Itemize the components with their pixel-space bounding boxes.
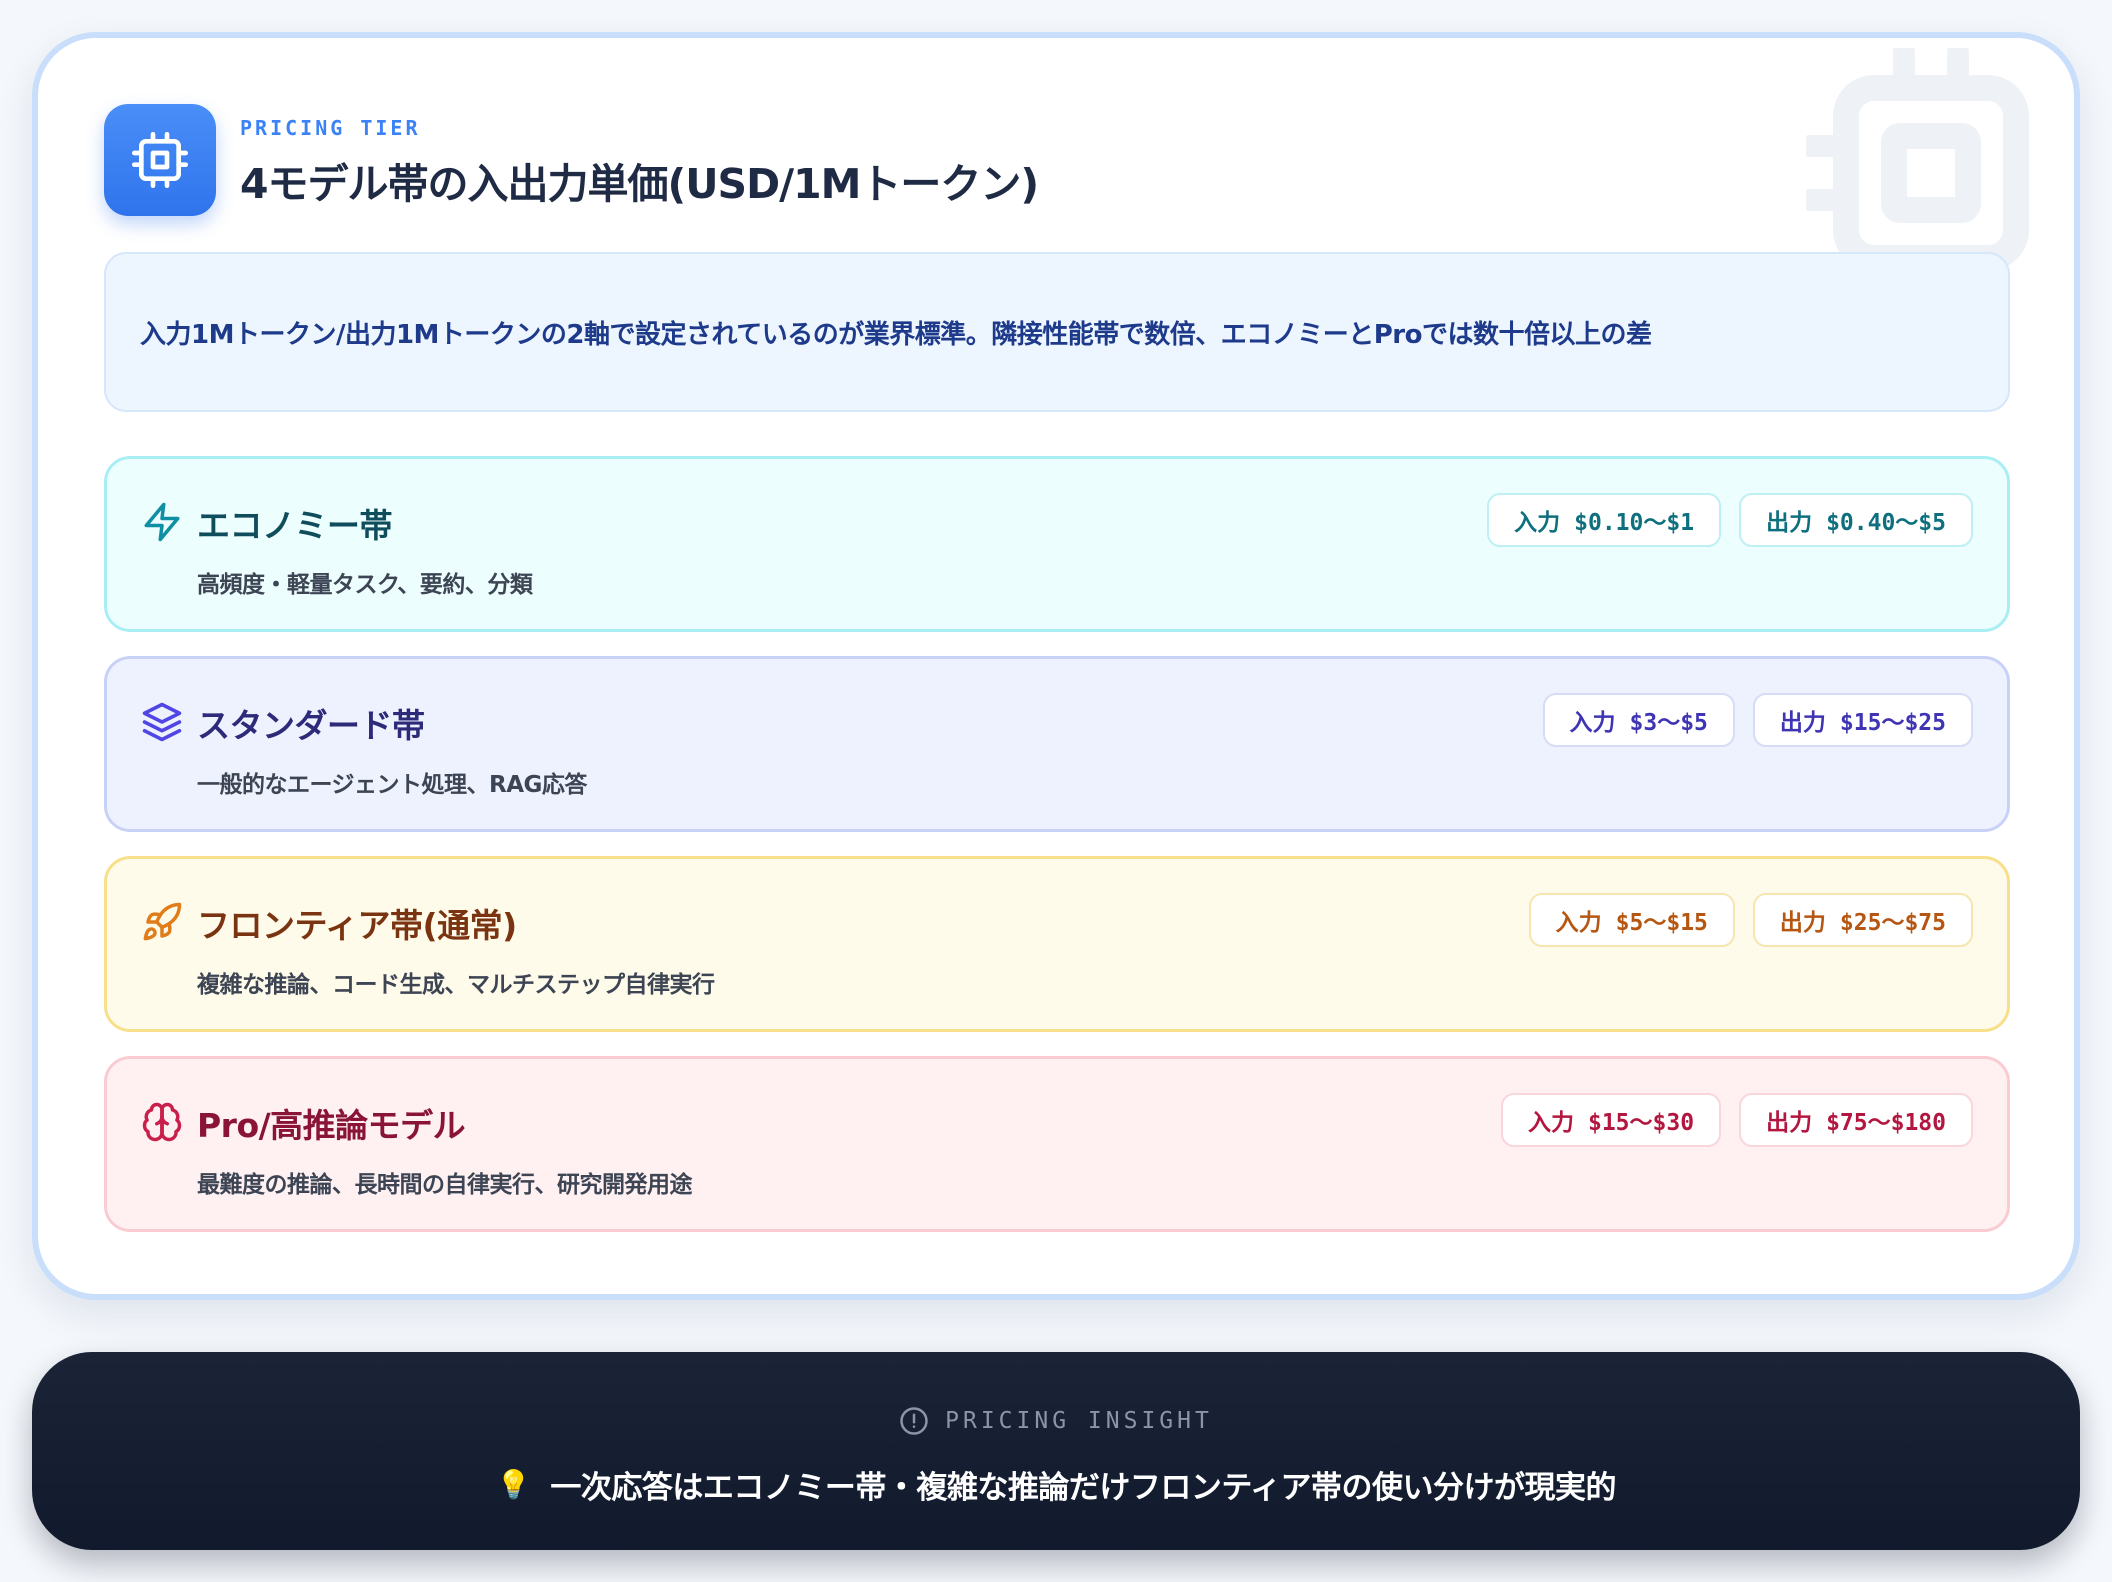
output-label: 出力 bbox=[1779, 710, 1826, 736]
header: PRICING TIER 4モデル帯の入出力単価(USD/1Mトークン) bbox=[104, 104, 1039, 216]
input-price: $0.10〜$1 bbox=[1574, 510, 1695, 536]
input-label: 入力 bbox=[1555, 910, 1602, 936]
insight-message: 💡 一次応答はエコノミー帯・複雑な推論だけフロンティア帯の使い分けが現実的 bbox=[32, 1462, 2080, 1507]
tier-standard: スタンダード帯 一般的なエージェント処理、RAG応答 入力 $3〜$5 出力 $… bbox=[104, 656, 2010, 832]
tier-name: スタンダード帯 bbox=[197, 706, 425, 745]
pricing-insight-banner: PRICING INSIGHT 💡 一次応答はエコノミー帯・複雑な推論だけフロン… bbox=[32, 1352, 2080, 1550]
section-kicker: PRICING TIER bbox=[240, 116, 421, 140]
input-price-pill: 入力 $5〜$15 bbox=[1528, 893, 1735, 947]
insight-text: 一次応答はエコノミー帯・複雑な推論だけフロンティア帯の使い分けが現実的 bbox=[550, 1470, 1616, 1506]
output-price-pill: 出力 $0.40〜$5 bbox=[1739, 493, 1973, 547]
output-label: 出力 bbox=[1766, 1110, 1813, 1136]
output-price-pill: 出力 $25〜$75 bbox=[1752, 893, 1973, 947]
input-price-pill: 入力 $3〜$5 bbox=[1542, 693, 1735, 747]
tier-pro: Pro/高推論モデル 最難度の推論、長時間の自律実行、研究開発用途 入力 $15… bbox=[104, 1056, 2010, 1232]
input-label: 入力 bbox=[1569, 710, 1616, 736]
output-price: $25〜$75 bbox=[1839, 910, 1946, 936]
tier-description: 一般的なエージェント処理、RAG応答 bbox=[197, 772, 587, 798]
rocket-icon bbox=[143, 902, 182, 941]
tier-name: エコノミー帯 bbox=[197, 506, 393, 545]
price-pills: 入力 $0.10〜$1 出力 $0.40〜$5 bbox=[1487, 493, 1973, 547]
input-label: 入力 bbox=[1514, 510, 1561, 536]
output-label: 出力 bbox=[1779, 910, 1826, 936]
price-pills: 入力 $3〜$5 出力 $15〜$25 bbox=[1542, 693, 1973, 747]
tier-description: 高頻度・軽量タスク、要約、分類 bbox=[197, 572, 533, 598]
tier-name: Pro/高推論モデル bbox=[197, 1106, 466, 1145]
brain-icon bbox=[142, 1102, 182, 1142]
tier-economy: エコノミー帯 高頻度・軽量タスク、要約、分類 入力 $0.10〜$1 出力 $0… bbox=[104, 456, 2010, 632]
tier-name: フロンティア帯(通常) bbox=[197, 906, 517, 945]
input-price: $3〜$5 bbox=[1629, 710, 1708, 736]
output-price-pill: 出力 $75〜$180 bbox=[1739, 1093, 1973, 1147]
price-pills: 入力 $15〜$30 出力 $75〜$180 bbox=[1500, 1093, 1973, 1147]
input-price: $5〜$15 bbox=[1615, 910, 1708, 936]
insight-kicker-label: PRICING INSIGHT bbox=[945, 1408, 1213, 1434]
tier-description: 複雑な推論、コード生成、マルチステップ自律実行 bbox=[197, 972, 715, 998]
tier-description: 最難度の推論、長時間の自律実行、研究開発用途 bbox=[197, 1172, 693, 1198]
output-label: 出力 bbox=[1766, 510, 1813, 536]
alert-circle-icon bbox=[900, 1407, 928, 1435]
lightbulb-icon: 💡 bbox=[495, 1468, 531, 1501]
output-price: $0.40〜$5 bbox=[1826, 510, 1946, 536]
input-price-pill: 入力 $0.10〜$1 bbox=[1487, 493, 1722, 547]
price-pills: 入力 $5〜$15 出力 $25〜$75 bbox=[1528, 893, 1973, 947]
input-label: 入力 bbox=[1527, 1110, 1574, 1136]
input-price-pill: 入力 $15〜$30 bbox=[1500, 1093, 1722, 1147]
tier-frontier: フロンティア帯(通常) 複雑な推論、コード生成、マルチステップ自律実行 入力 $… bbox=[104, 856, 2010, 1032]
page-title: 4モデル帯の入出力単価(USD/1Mトークン) bbox=[240, 160, 1039, 208]
summary-box: 入力1Mトークン/出力1Mトークンの2軸で設定されているのが業界標準。隣接性能帯… bbox=[104, 252, 2010, 412]
output-price-pill: 出力 $15〜$25 bbox=[1752, 693, 1973, 747]
layers-icon bbox=[142, 702, 182, 742]
lightning-icon bbox=[144, 502, 180, 542]
insight-kicker: PRICING INSIGHT bbox=[32, 1406, 2080, 1436]
output-price: $75〜$180 bbox=[1826, 1110, 1946, 1136]
output-price: $15〜$25 bbox=[1839, 710, 1946, 736]
pricing-tier-card: PRICING TIER 4モデル帯の入出力単価(USD/1Mトークン) 入力1… bbox=[32, 32, 2080, 1300]
cpu-chip-icon bbox=[104, 104, 216, 216]
input-price: $15〜$30 bbox=[1587, 1110, 1695, 1136]
